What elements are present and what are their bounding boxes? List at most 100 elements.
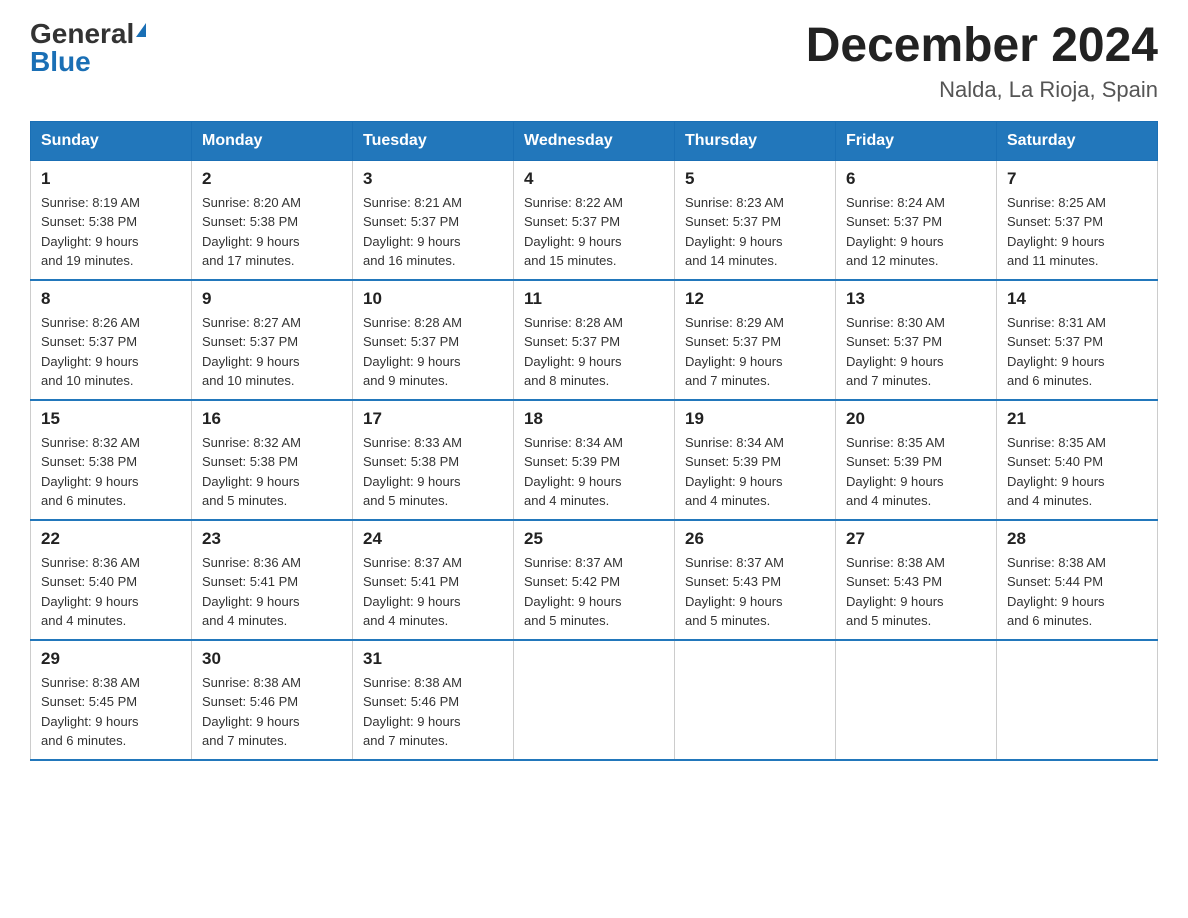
day-number: 4 (524, 169, 664, 189)
day-info: Sunrise: 8:27 AM Sunset: 5:37 PM Dayligh… (202, 313, 342, 391)
day-number: 21 (1007, 409, 1147, 429)
week-row-2: 8 Sunrise: 8:26 AM Sunset: 5:37 PM Dayli… (31, 280, 1158, 400)
day-info: Sunrise: 8:34 AM Sunset: 5:39 PM Dayligh… (685, 433, 825, 511)
day-number: 1 (41, 169, 181, 189)
day-info: Sunrise: 8:28 AM Sunset: 5:37 PM Dayligh… (363, 313, 503, 391)
week-row-5: 29 Sunrise: 8:38 AM Sunset: 5:45 PM Dayl… (31, 640, 1158, 760)
day-number: 7 (1007, 169, 1147, 189)
table-row: 14 Sunrise: 8:31 AM Sunset: 5:37 PM Dayl… (997, 280, 1158, 400)
day-number: 19 (685, 409, 825, 429)
day-number: 29 (41, 649, 181, 669)
table-row: 9 Sunrise: 8:27 AM Sunset: 5:37 PM Dayli… (192, 280, 353, 400)
table-row: 19 Sunrise: 8:34 AM Sunset: 5:39 PM Dayl… (675, 400, 836, 520)
table-row: 22 Sunrise: 8:36 AM Sunset: 5:40 PM Dayl… (31, 520, 192, 640)
day-info: Sunrise: 8:38 AM Sunset: 5:44 PM Dayligh… (1007, 553, 1147, 631)
table-row: 11 Sunrise: 8:28 AM Sunset: 5:37 PM Dayl… (514, 280, 675, 400)
day-number: 10 (363, 289, 503, 309)
table-row: 23 Sunrise: 8:36 AM Sunset: 5:41 PM Dayl… (192, 520, 353, 640)
day-info: Sunrise: 8:25 AM Sunset: 5:37 PM Dayligh… (1007, 193, 1147, 271)
day-info: Sunrise: 8:19 AM Sunset: 5:38 PM Dayligh… (41, 193, 181, 271)
day-number: 24 (363, 529, 503, 549)
day-info: Sunrise: 8:37 AM Sunset: 5:41 PM Dayligh… (363, 553, 503, 631)
table-row: 20 Sunrise: 8:35 AM Sunset: 5:39 PM Dayl… (836, 400, 997, 520)
day-number: 13 (846, 289, 986, 309)
day-number: 2 (202, 169, 342, 189)
header-col-monday: Monday (192, 121, 353, 160)
table-row: 21 Sunrise: 8:35 AM Sunset: 5:40 PM Dayl… (997, 400, 1158, 520)
day-number: 5 (685, 169, 825, 189)
table-row: 17 Sunrise: 8:33 AM Sunset: 5:38 PM Dayl… (353, 400, 514, 520)
logo: General Blue (30, 20, 146, 76)
day-info: Sunrise: 8:38 AM Sunset: 5:45 PM Dayligh… (41, 673, 181, 751)
day-info: Sunrise: 8:20 AM Sunset: 5:38 PM Dayligh… (202, 193, 342, 271)
month-title: December 2024 (806, 20, 1158, 73)
day-info: Sunrise: 8:36 AM Sunset: 5:40 PM Dayligh… (41, 553, 181, 631)
logo-blue: Blue (30, 48, 91, 76)
table-row: 18 Sunrise: 8:34 AM Sunset: 5:39 PM Dayl… (514, 400, 675, 520)
day-number: 28 (1007, 529, 1147, 549)
title-block: December 2024 Nalda, La Rioja, Spain (806, 20, 1158, 103)
table-row (836, 640, 997, 760)
day-number: 22 (41, 529, 181, 549)
day-info: Sunrise: 8:38 AM Sunset: 5:46 PM Dayligh… (363, 673, 503, 751)
header-col-friday: Friday (836, 121, 997, 160)
table-row: 6 Sunrise: 8:24 AM Sunset: 5:37 PM Dayli… (836, 160, 997, 280)
table-row: 16 Sunrise: 8:32 AM Sunset: 5:38 PM Dayl… (192, 400, 353, 520)
header-col-wednesday: Wednesday (514, 121, 675, 160)
calendar-table: SundayMondayTuesdayWednesdayThursdayFrid… (30, 121, 1158, 761)
day-info: Sunrise: 8:38 AM Sunset: 5:46 PM Dayligh… (202, 673, 342, 751)
table-row (675, 640, 836, 760)
week-row-1: 1 Sunrise: 8:19 AM Sunset: 5:38 PM Dayli… (31, 160, 1158, 280)
day-info: Sunrise: 8:38 AM Sunset: 5:43 PM Dayligh… (846, 553, 986, 631)
header-col-tuesday: Tuesday (353, 121, 514, 160)
logo-general: General (30, 20, 134, 48)
day-number: 18 (524, 409, 664, 429)
day-number: 20 (846, 409, 986, 429)
day-number: 30 (202, 649, 342, 669)
day-number: 6 (846, 169, 986, 189)
day-info: Sunrise: 8:37 AM Sunset: 5:42 PM Dayligh… (524, 553, 664, 631)
day-number: 31 (363, 649, 503, 669)
table-row: 24 Sunrise: 8:37 AM Sunset: 5:41 PM Dayl… (353, 520, 514, 640)
day-number: 15 (41, 409, 181, 429)
table-row: 5 Sunrise: 8:23 AM Sunset: 5:37 PM Dayli… (675, 160, 836, 280)
table-row: 29 Sunrise: 8:38 AM Sunset: 5:45 PM Dayl… (31, 640, 192, 760)
table-row: 10 Sunrise: 8:28 AM Sunset: 5:37 PM Dayl… (353, 280, 514, 400)
day-info: Sunrise: 8:28 AM Sunset: 5:37 PM Dayligh… (524, 313, 664, 391)
table-row: 8 Sunrise: 8:26 AM Sunset: 5:37 PM Dayli… (31, 280, 192, 400)
table-row: 2 Sunrise: 8:20 AM Sunset: 5:38 PM Dayli… (192, 160, 353, 280)
day-info: Sunrise: 8:30 AM Sunset: 5:37 PM Dayligh… (846, 313, 986, 391)
header-col-sunday: Sunday (31, 121, 192, 160)
day-number: 3 (363, 169, 503, 189)
week-row-3: 15 Sunrise: 8:32 AM Sunset: 5:38 PM Dayl… (31, 400, 1158, 520)
day-info: Sunrise: 8:24 AM Sunset: 5:37 PM Dayligh… (846, 193, 986, 271)
day-info: Sunrise: 8:35 AM Sunset: 5:40 PM Dayligh… (1007, 433, 1147, 511)
day-number: 9 (202, 289, 342, 309)
week-row-4: 22 Sunrise: 8:36 AM Sunset: 5:40 PM Dayl… (31, 520, 1158, 640)
logo-triangle-icon (136, 23, 146, 37)
day-info: Sunrise: 8:22 AM Sunset: 5:37 PM Dayligh… (524, 193, 664, 271)
day-number: 8 (41, 289, 181, 309)
day-info: Sunrise: 8:21 AM Sunset: 5:37 PM Dayligh… (363, 193, 503, 271)
table-row: 30 Sunrise: 8:38 AM Sunset: 5:46 PM Dayl… (192, 640, 353, 760)
table-row: 31 Sunrise: 8:38 AM Sunset: 5:46 PM Dayl… (353, 640, 514, 760)
day-info: Sunrise: 8:29 AM Sunset: 5:37 PM Dayligh… (685, 313, 825, 391)
header-col-saturday: Saturday (997, 121, 1158, 160)
day-info: Sunrise: 8:34 AM Sunset: 5:39 PM Dayligh… (524, 433, 664, 511)
table-row: 15 Sunrise: 8:32 AM Sunset: 5:38 PM Dayl… (31, 400, 192, 520)
table-row: 1 Sunrise: 8:19 AM Sunset: 5:38 PM Dayli… (31, 160, 192, 280)
day-info: Sunrise: 8:35 AM Sunset: 5:39 PM Dayligh… (846, 433, 986, 511)
day-number: 16 (202, 409, 342, 429)
day-info: Sunrise: 8:36 AM Sunset: 5:41 PM Dayligh… (202, 553, 342, 631)
day-number: 23 (202, 529, 342, 549)
day-number: 26 (685, 529, 825, 549)
header-row: SundayMondayTuesdayWednesdayThursdayFrid… (31, 121, 1158, 160)
day-info: Sunrise: 8:23 AM Sunset: 5:37 PM Dayligh… (685, 193, 825, 271)
day-info: Sunrise: 8:31 AM Sunset: 5:37 PM Dayligh… (1007, 313, 1147, 391)
day-number: 12 (685, 289, 825, 309)
table-row: 26 Sunrise: 8:37 AM Sunset: 5:43 PM Dayl… (675, 520, 836, 640)
day-number: 25 (524, 529, 664, 549)
table-row (514, 640, 675, 760)
day-number: 11 (524, 289, 664, 309)
calendar-header: SundayMondayTuesdayWednesdayThursdayFrid… (31, 121, 1158, 160)
